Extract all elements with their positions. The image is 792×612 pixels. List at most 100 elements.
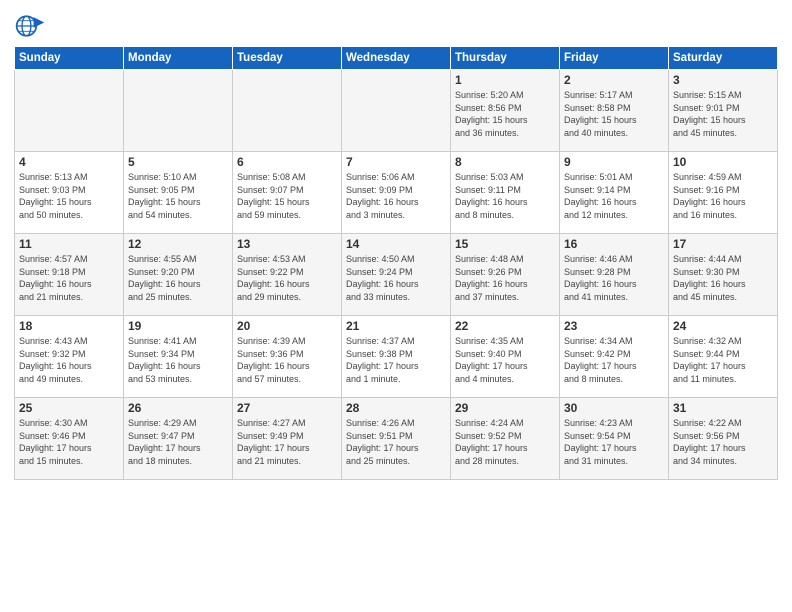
day-cell	[233, 70, 342, 152]
weekday-header-tuesday: Tuesday	[233, 47, 342, 70]
day-info: Sunrise: 4:46 AMSunset: 9:28 PMDaylight:…	[564, 253, 664, 303]
day-cell: 20Sunrise: 4:39 AMSunset: 9:36 PMDayligh…	[233, 316, 342, 398]
day-cell: 16Sunrise: 4:46 AMSunset: 9:28 PMDayligh…	[560, 234, 669, 316]
day-cell: 3 Sunrise: 5:15 AMSunset: 9:01 PMDaylight…	[669, 70, 778, 152]
day-number: 3	[673, 73, 773, 87]
day-info: Sunrise: 5:01 AMSunset: 9:14 PMDaylight:…	[564, 171, 664, 221]
day-cell	[342, 70, 451, 152]
day-number: 26	[128, 401, 228, 415]
day-info: Sunrise: 5:03 AMSunset: 9:11 PMDaylight:…	[455, 171, 555, 221]
day-info: Sunrise: 4:22 AMSunset: 9:56 PMDaylight:…	[673, 417, 773, 467]
day-info: Sunrise: 4:35 AMSunset: 9:40 PMDaylight:…	[455, 335, 555, 385]
page: SundayMondayTuesdayWednesdayThursdayFrid…	[0, 0, 792, 612]
day-cell	[124, 70, 233, 152]
day-cell: 13 Sunrise: 4:53 AMSunset: 9:22 PMDayligh…	[233, 234, 342, 316]
day-info: Sunrise: 4:29 AMSunset: 9:47 PMDaylight:…	[128, 417, 228, 467]
day-number: 24	[673, 319, 773, 333]
day-cell: 1 Sunrise: 5:20 AMSunset: 8:56 PMDaylight…	[451, 70, 560, 152]
week-row-5: 25Sunrise: 4:30 AMSunset: 9:46 PMDayligh…	[15, 398, 778, 480]
day-info: Sunrise: 5:10 AMSunset: 9:05 PMDaylight:…	[128, 171, 228, 221]
day-number: 30	[564, 401, 664, 415]
day-info: Sunrise: 5:20 AMSunset: 8:56 PMDaylight:…	[455, 89, 555, 139]
day-info: Sunrise: 4:50 AMSunset: 9:24 PMDaylight:…	[346, 253, 446, 303]
day-number: 29	[455, 401, 555, 415]
day-number: 31	[673, 401, 773, 415]
day-info: Sunrise: 4:53 AMSunset: 9:22 PMDaylight:…	[237, 253, 337, 303]
day-info: Sunrise: 5:08 AMSunset: 9:07 PMDaylight:…	[237, 171, 337, 221]
day-cell: 29 Sunrise: 4:24 AMSunset: 9:52 PMDayligh…	[451, 398, 560, 480]
day-cell: 2 Sunrise: 5:17 AMSunset: 8:58 PMDaylight…	[560, 70, 669, 152]
day-info: Sunrise: 5:15 AMSunset: 9:01 PMDaylight:…	[673, 89, 773, 139]
day-cell: 6 Sunrise: 5:08 AMSunset: 9:07 PMDaylight…	[233, 152, 342, 234]
day-number: 6	[237, 155, 337, 169]
day-info: Sunrise: 4:48 AMSunset: 9:26 PMDaylight:…	[455, 253, 555, 303]
weekday-header-thursday: Thursday	[451, 47, 560, 70]
weekday-header-row: SundayMondayTuesdayWednesdayThursdayFrid…	[15, 47, 778, 70]
day-number: 9	[564, 155, 664, 169]
day-info: Sunrise: 4:55 AMSunset: 9:20 PMDaylight:…	[128, 253, 228, 303]
day-cell: 23 Sunrise: 4:34 AMSunset: 9:42 PMDayligh…	[560, 316, 669, 398]
day-info: Sunrise: 4:59 AMSunset: 9:16 PMDaylight:…	[673, 171, 773, 221]
day-info: Sunrise: 4:34 AMSunset: 9:42 PMDaylight:…	[564, 335, 664, 385]
weekday-header-friday: Friday	[560, 47, 669, 70]
day-number: 11	[19, 237, 119, 251]
day-number: 10	[673, 155, 773, 169]
day-cell: 5Sunrise: 5:10 AMSunset: 9:05 PMDaylight…	[124, 152, 233, 234]
week-row-3: 11Sunrise: 4:57 AMSunset: 9:18 PMDayligh…	[15, 234, 778, 316]
header	[14, 10, 778, 42]
logo	[14, 10, 50, 42]
day-cell: 9 Sunrise: 5:01 AMSunset: 9:14 PMDaylight…	[560, 152, 669, 234]
day-cell: 25Sunrise: 4:30 AMSunset: 9:46 PMDayligh…	[15, 398, 124, 480]
day-info: Sunrise: 5:17 AMSunset: 8:58 PMDaylight:…	[564, 89, 664, 139]
day-number: 8	[455, 155, 555, 169]
day-info: Sunrise: 4:43 AMSunset: 9:32 PMDaylight:…	[19, 335, 119, 385]
day-cell: 15 Sunrise: 4:48 AMSunset: 9:26 PMDayligh…	[451, 234, 560, 316]
day-cell: 14 Sunrise: 4:50 AMSunset: 9:24 PMDayligh…	[342, 234, 451, 316]
day-cell: 10 Sunrise: 4:59 AMSunset: 9:16 PMDayligh…	[669, 152, 778, 234]
day-number: 4	[19, 155, 119, 169]
day-number: 19	[128, 319, 228, 333]
day-info: Sunrise: 5:06 AMSunset: 9:09 PMDaylight:…	[346, 171, 446, 221]
day-cell: 30 Sunrise: 4:23 AMSunset: 9:54 PMDayligh…	[560, 398, 669, 480]
day-cell	[15, 70, 124, 152]
day-number: 1	[455, 73, 555, 87]
day-number: 2	[564, 73, 664, 87]
day-number: 23	[564, 319, 664, 333]
day-number: 7	[346, 155, 446, 169]
week-row-2: 4 Sunrise: 5:13 AMSunset: 9:03 PMDaylight…	[15, 152, 778, 234]
day-number: 13	[237, 237, 337, 251]
day-cell: 28Sunrise: 4:26 AMSunset: 9:51 PMDayligh…	[342, 398, 451, 480]
weekday-header-sunday: Sunday	[15, 47, 124, 70]
day-cell: 17 Sunrise: 4:44 AMSunset: 9:30 PMDayligh…	[669, 234, 778, 316]
day-number: 12	[128, 237, 228, 251]
day-info: Sunrise: 4:23 AMSunset: 9:54 PMDaylight:…	[564, 417, 664, 467]
week-row-1: 1 Sunrise: 5:20 AMSunset: 8:56 PMDaylight…	[15, 70, 778, 152]
day-info: Sunrise: 4:27 AMSunset: 9:49 PMDaylight:…	[237, 417, 337, 467]
day-cell: 26 Sunrise: 4:29 AMSunset: 9:47 PMDayligh…	[124, 398, 233, 480]
day-number: 14	[346, 237, 446, 251]
day-number: 15	[455, 237, 555, 251]
day-cell: 11Sunrise: 4:57 AMSunset: 9:18 PMDayligh…	[15, 234, 124, 316]
day-info: Sunrise: 4:30 AMSunset: 9:46 PMDaylight:…	[19, 417, 119, 467]
day-info: Sunrise: 5:13 AMSunset: 9:03 PMDaylight:…	[19, 171, 119, 221]
day-number: 22	[455, 319, 555, 333]
day-info: Sunrise: 4:32 AMSunset: 9:44 PMDaylight:…	[673, 335, 773, 385]
day-cell: 8 Sunrise: 5:03 AMSunset: 9:11 PMDaylight…	[451, 152, 560, 234]
day-cell: 24 Sunrise: 4:32 AMSunset: 9:44 PMDayligh…	[669, 316, 778, 398]
day-cell: 31 Sunrise: 4:22 AMSunset: 9:56 PMDayligh…	[669, 398, 778, 480]
day-cell: 27 Sunrise: 4:27 AMSunset: 9:49 PMDayligh…	[233, 398, 342, 480]
day-number: 18	[19, 319, 119, 333]
day-number: 17	[673, 237, 773, 251]
day-info: Sunrise: 4:39 AMSunset: 9:36 PMDaylight:…	[237, 335, 337, 385]
day-number: 21	[346, 319, 446, 333]
calendar-table: SundayMondayTuesdayWednesdayThursdayFrid…	[14, 46, 778, 480]
day-cell: 7 Sunrise: 5:06 AMSunset: 9:09 PMDaylight…	[342, 152, 451, 234]
day-info: Sunrise: 4:44 AMSunset: 9:30 PMDaylight:…	[673, 253, 773, 303]
day-cell: 4 Sunrise: 5:13 AMSunset: 9:03 PMDaylight…	[15, 152, 124, 234]
day-cell: 21Sunrise: 4:37 AMSunset: 9:38 PMDayligh…	[342, 316, 451, 398]
weekday-header-saturday: Saturday	[669, 47, 778, 70]
day-info: Sunrise: 4:24 AMSunset: 9:52 PMDaylight:…	[455, 417, 555, 467]
day-number: 27	[237, 401, 337, 415]
day-cell: 19Sunrise: 4:41 AMSunset: 9:34 PMDayligh…	[124, 316, 233, 398]
day-cell: 18 Sunrise: 4:43 AMSunset: 9:32 PMDayligh…	[15, 316, 124, 398]
